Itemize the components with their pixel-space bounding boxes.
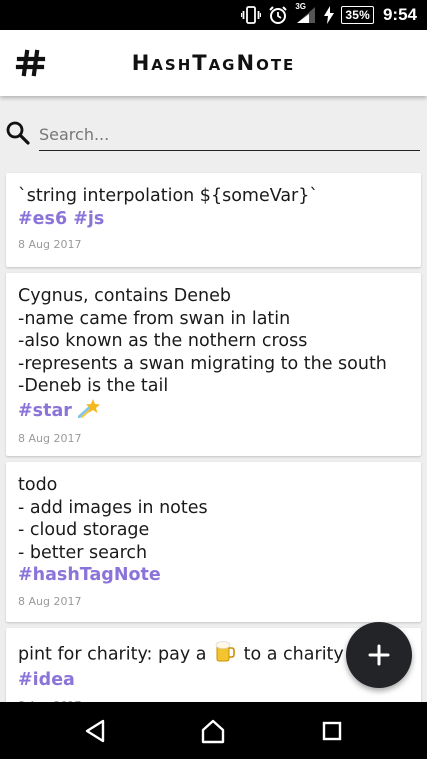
search-input[interactable] — [39, 119, 420, 151]
alarm-icon — [268, 5, 288, 25]
vibrate-icon — [241, 6, 262, 24]
clock: 9:54 — [382, 5, 417, 24]
note-card[interactable]: Cygnus, contains Deneb -name came from s… — [6, 273, 421, 456]
note-text-line: -also known as the nothern cross — [18, 331, 308, 351]
back-icon[interactable] — [81, 716, 111, 746]
app-bar: HashTagNote — [0, 30, 427, 96]
search-bar — [0, 112, 427, 156]
note-text-line: `string interpolation ${someVar}` — [18, 186, 319, 206]
note-text-line: - add images in notes — [18, 497, 208, 518]
note-text-line: - cloud storage — [18, 520, 150, 540]
signal-icon: 3G — [295, 2, 317, 24]
beer-mug-icon — [215, 640, 235, 669]
network-type: 3G — [295, 2, 307, 11]
note-tags[interactable]: #es6 #js — [18, 208, 409, 231]
note-date: 8 Aug 2017 — [18, 238, 82, 251]
note-tags[interactable]: #star — [18, 400, 72, 423]
note-card[interactable]: todo - add images in notes - cloud stora… — [6, 462, 421, 622]
note-text-part: to a charity — [243, 644, 344, 665]
note-text-line: Cygnus, contains Deneb — [18, 286, 231, 306]
hash-icon[interactable] — [14, 46, 48, 80]
navigation-bar — [0, 702, 427, 759]
status-bar: 3G 35% 9:54 — [0, 0, 427, 30]
note-text-line: -Deneb is the tail — [18, 376, 169, 396]
shooting-star-icon — [77, 398, 100, 425]
note-text-line: todo — [18, 475, 58, 495]
plus-icon — [368, 644, 390, 666]
app-title: HashTagNote — [131, 51, 296, 75]
screen: 3G 35% 9:54 HashTagNote Search... `strin… — [0, 0, 427, 759]
add-note-button[interactable] — [346, 622, 412, 688]
charging-icon — [324, 6, 335, 24]
note-date: 8 Aug 2017 — [18, 594, 82, 608]
battery-level: 35% — [345, 8, 370, 22]
note-text-line: - better search — [18, 542, 148, 563]
note-text-part: pint for charity: pay a — [18, 644, 207, 665]
search-icon[interactable] — [5, 120, 31, 146]
note-text-line: -name came from swan in latin — [18, 308, 291, 329]
note-date: 8 Aug 2017 — [18, 432, 82, 445]
home-icon[interactable] — [198, 716, 228, 746]
note-text-line: -represents a swan migrating to the sout… — [18, 353, 387, 374]
note-tags[interactable]: #hashTagNote — [18, 564, 409, 587]
recents-icon[interactable] — [317, 716, 347, 746]
battery-icon: 35% — [341, 6, 374, 24]
note-tags-row: #star — [18, 398, 409, 425]
note-card[interactable]: `string interpolation ${someVar}` #es6 #… — [6, 173, 421, 267]
